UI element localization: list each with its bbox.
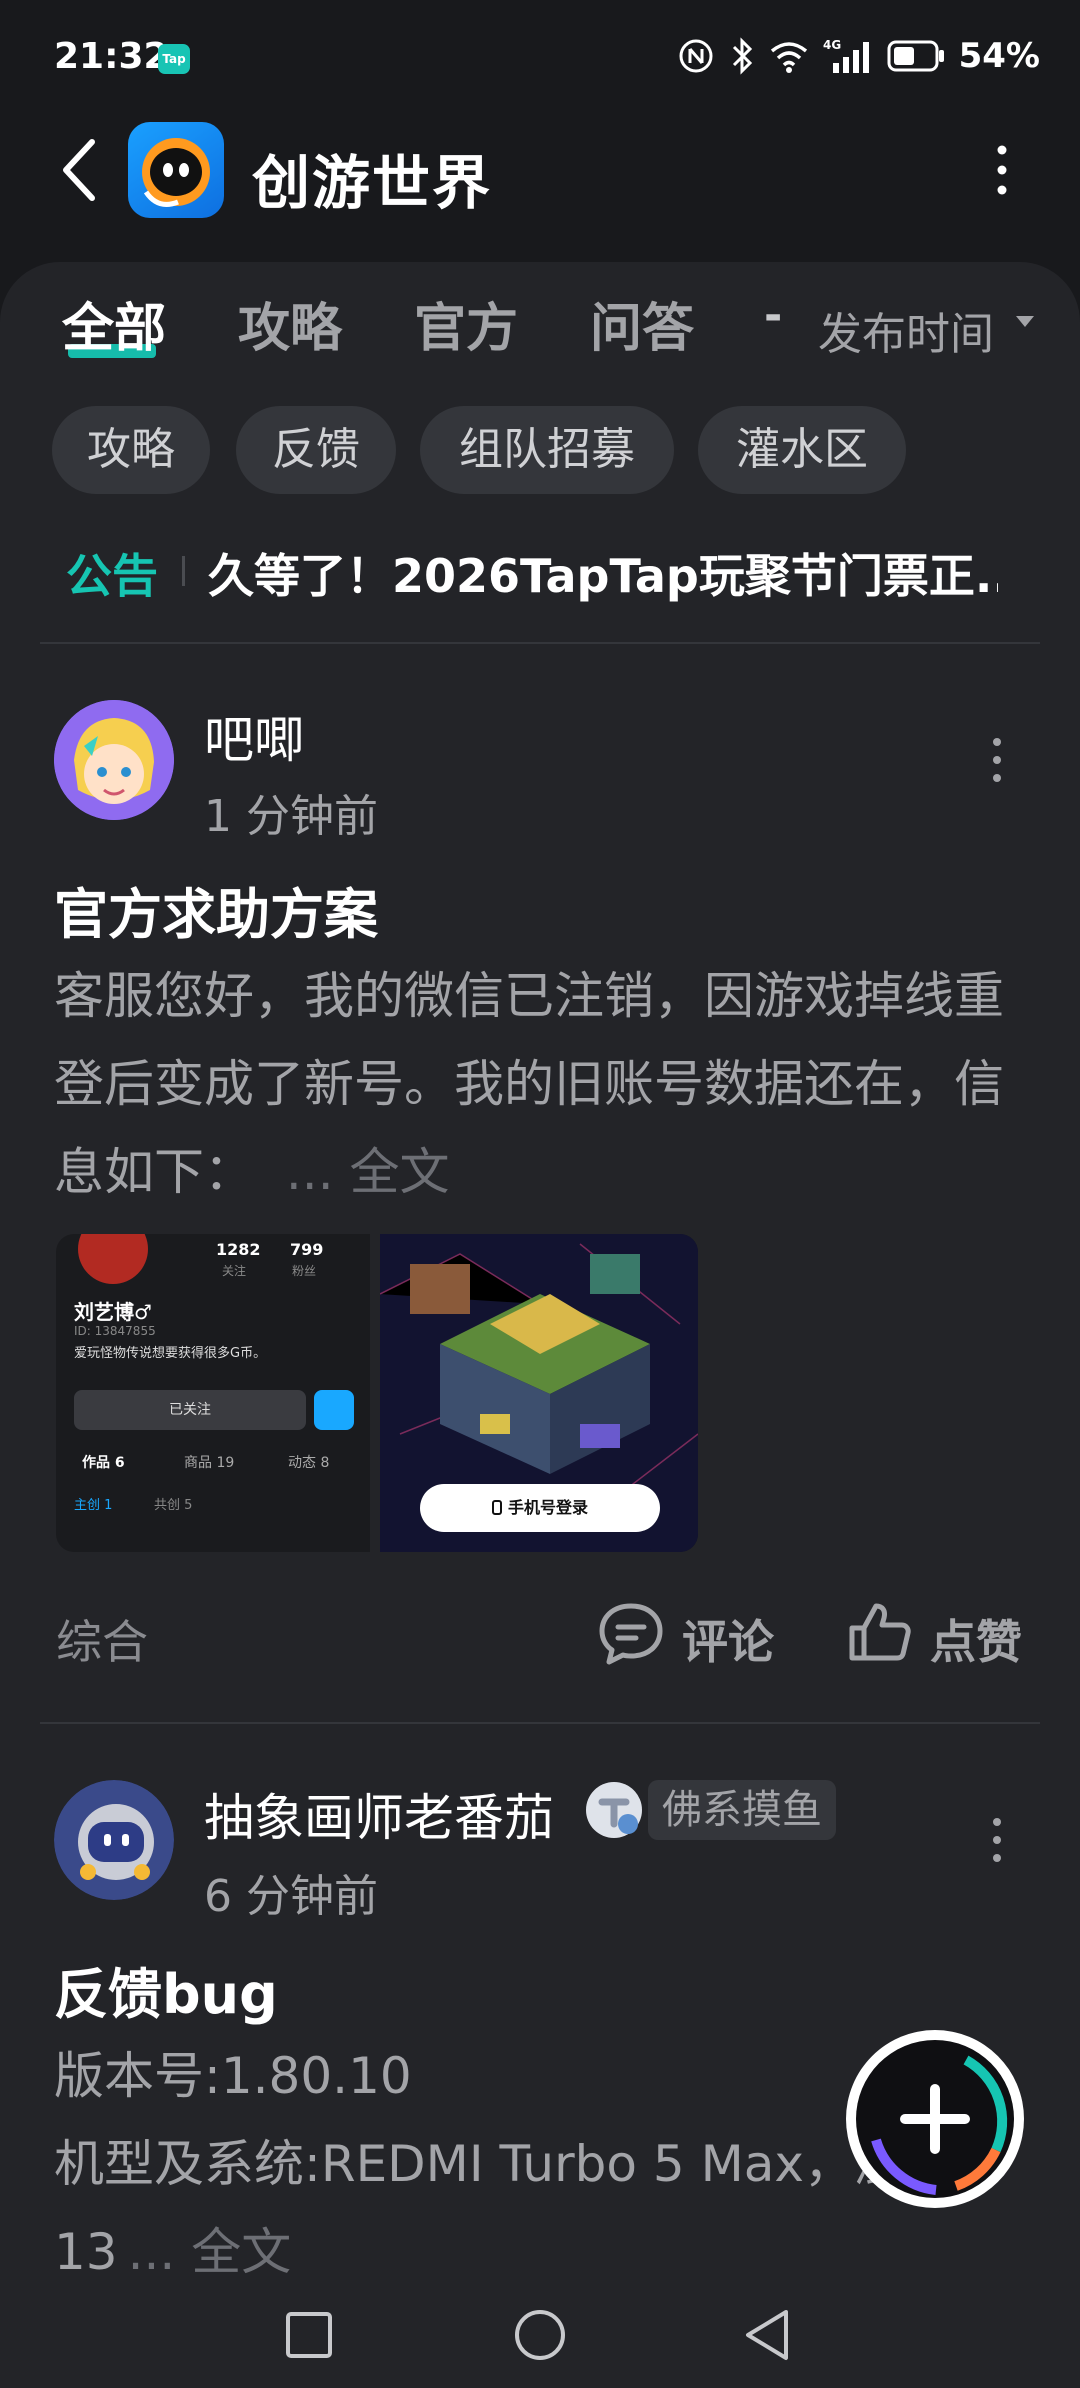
comment-button[interactable]: 评论: [682, 1606, 774, 1672]
nfc-icon: [679, 39, 713, 73]
home-button[interactable]: [500, 2300, 580, 2370]
back-icon: [746, 2310, 788, 2360]
avatar[interactable]: [54, 700, 174, 820]
post-more-button[interactable]: [982, 730, 1012, 790]
tab-qa[interactable]: 问答: [590, 286, 694, 361]
phone-icon: [491, 1500, 502, 1515]
sort-separator: -: [764, 290, 783, 341]
header-more-button[interactable]: [982, 140, 1022, 200]
like-icon[interactable]: [846, 1598, 916, 1668]
signal-4g-icon: 4G: [823, 38, 869, 73]
post-author[interactable]: 抽象画师老番茄: [204, 1778, 554, 1850]
phone-login-button-image: 手机号登录: [420, 1484, 660, 1532]
more-vertical-icon: [993, 738, 1001, 782]
back-button[interactable]: [48, 130, 118, 230]
post-body[interactable]: 客服您好，我的微信已注销，因游戏掉线重登后变成了新号。我的旧账号数据还在，信息如…: [54, 952, 1044, 1216]
recent-apps-icon: [286, 2312, 332, 2358]
taptap-notification-icon: Tap: [158, 44, 190, 74]
works-tab: 作品 6: [82, 1455, 125, 1471]
more-vertical-icon: [997, 145, 1007, 195]
expand-fulltext-link[interactable]: ... 全文: [128, 2223, 292, 2281]
more-vertical-icon: [993, 1818, 1001, 1862]
chat-icon: [314, 1390, 354, 1430]
divider: [40, 1722, 1040, 1724]
following-count: 1282: [216, 1240, 261, 1259]
notice-text[interactable]: 久等了！2026TapTap玩聚节门票正...: [208, 540, 998, 606]
follow-state-button: 已关注: [74, 1390, 306, 1430]
battery-icon: [887, 40, 944, 72]
chip-feedback[interactable]: 反馈: [236, 406, 396, 494]
plus-icon: [900, 2084, 970, 2154]
post-time: 6 分钟前: [204, 1871, 378, 1922]
chip-guides[interactable]: 攻略: [52, 406, 210, 494]
wifi-icon: [770, 42, 807, 73]
expand-fulltext-link[interactable]: ... 全文: [286, 1143, 450, 1201]
sort-dropdown[interactable]: 发布时间: [818, 298, 994, 362]
app-logo: [128, 122, 224, 218]
like-button[interactable]: 点赞: [930, 1606, 1022, 1672]
main-creation-tab: 主创 1: [74, 1498, 113, 1513]
bluetooth-icon: [732, 37, 752, 75]
fans-label: 粉丝: [292, 1264, 317, 1278]
post-body-text: 客服您好，我的微信已注销，因游戏掉线重登后变成了新号。我的旧账号数据还在，信息如…: [54, 967, 1004, 1201]
system-back-button[interactable]: [728, 2300, 808, 2370]
dynamic-tab: 动态 8: [288, 1455, 330, 1471]
notice-label: 公告: [66, 549, 158, 603]
goods-tab: 商品 19: [184, 1455, 235, 1471]
profile-bio: 爱玩怪物传说想要获得很多G币。: [74, 1346, 267, 1361]
chip-chat-zone[interactable]: 灌水区: [698, 406, 906, 494]
avatar[interactable]: [54, 1780, 174, 1900]
post-author[interactable]: 吧唧: [204, 700, 304, 772]
status-time: 21:32: [54, 36, 169, 77]
svg-text:4G: 4G: [823, 38, 841, 52]
tab-all[interactable]: 全部: [62, 286, 166, 361]
post-image-game-screenshot[interactable]: 手机号登录: [380, 1234, 698, 1552]
fans-count: 799: [290, 1240, 324, 1259]
caret-down-icon: [1016, 316, 1034, 327]
recent-apps-button[interactable]: [270, 2300, 350, 2370]
post-image-profile-screenshot[interactable]: 1282 关注 799 粉丝 刘艺博♂ ID: 13847855 爱玩怪物传说想…: [56, 1234, 370, 1552]
divider: [40, 642, 1040, 644]
battery-percent: 54%: [958, 36, 1040, 76]
post-title[interactable]: 反馈bug: [54, 1950, 278, 2029]
co-creation-tab: 共创 5: [154, 1498, 193, 1513]
level-badge-icon: [586, 1782, 642, 1838]
tab-official[interactable]: 官方: [414, 286, 518, 361]
following-label: 关注: [222, 1264, 247, 1278]
post-category[interactable]: 综合: [56, 1606, 148, 1672]
tab-guides[interactable]: 攻略: [238, 286, 342, 361]
chip-team-recruit[interactable]: 组队招募: [420, 406, 674, 494]
user-title-badge: 佛系摸鱼: [648, 1780, 836, 1840]
chevron-left-icon: [63, 139, 95, 201]
profile-name: 刘艺博♂: [74, 1300, 152, 1324]
post-time: 1 分钟前: [204, 791, 378, 842]
profile-id: ID: 13847855: [74, 1324, 156, 1338]
phone-login-label: 手机号登录: [507, 1498, 588, 1517]
post-more-button[interactable]: [982, 1810, 1012, 1870]
notice-separator: [182, 556, 185, 586]
home-icon: [515, 2310, 565, 2360]
post-body-line: 13: [54, 2223, 118, 2281]
comment-icon[interactable]: [596, 1600, 680, 1668]
status-bar: 21:32 Tap 4G 54%: [0, 0, 1080, 120]
create-post-fab[interactable]: [846, 2030, 1024, 2208]
profile-avatar-image: [78, 1234, 148, 1284]
post-title[interactable]: 官方求助方案: [54, 870, 378, 949]
app-title: 创游世界: [252, 149, 493, 217]
